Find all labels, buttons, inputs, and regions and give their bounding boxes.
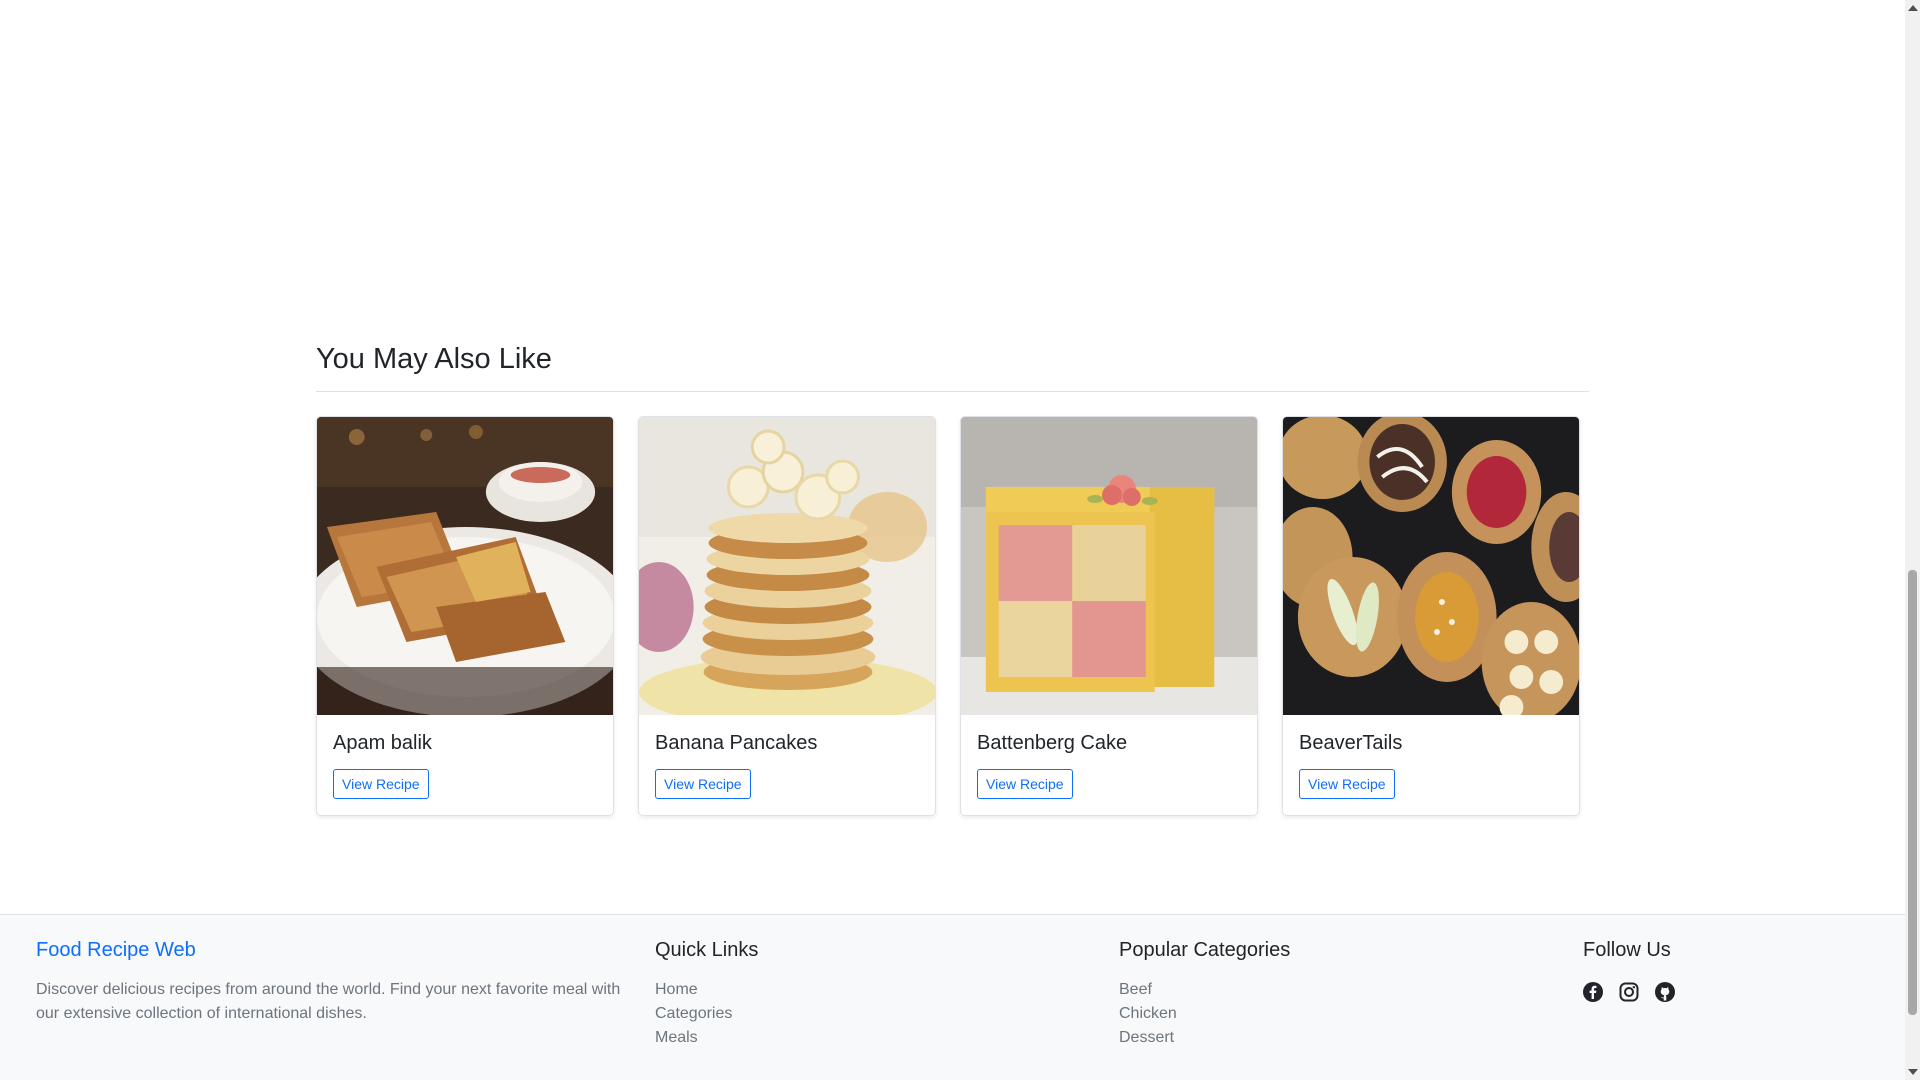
recipe-title: Apam balik [333,731,432,754]
recipe-card-grid: Apam balik View Recipe Banana Pancakes V… [316,415,1589,816]
footer-category-beef[interactable]: Beef [1119,978,1290,1002]
section-title: You May Also Like [316,343,552,375]
recipe-card: Apam balik View Recipe [316,415,614,816]
recipe-title: BeaverTails [1299,731,1403,754]
section-divider [316,390,1589,392]
footer-quick-links: Quick Links Home Categories Meals [655,939,758,1050]
recipe-image-battenberg-cake[interactable] [961,416,1257,715]
github-icon[interactable] [1655,982,1675,1002]
page-scrollbar[interactable] [1905,0,1920,1080]
quick-links-list: Home Categories Meals [655,978,758,1050]
view-recipe-button[interactable]: View Recipe [333,768,429,799]
site-footer: Food Recipe Web Discover delicious recip… [0,914,1905,1080]
footer-description: Discover delicious recipes from around t… [36,981,621,1022]
popular-categories-list: Beef Chicken Dessert [1119,978,1290,1050]
card-body: Apam balik View Recipe [317,715,613,815]
scroll-up-arrow-icon[interactable] [1908,5,1918,11]
view-recipe-button[interactable]: View Recipe [977,768,1073,799]
recipe-image-apam-balik[interactable] [317,416,613,715]
footer-follow: Follow Us [1583,939,1675,1002]
footer-category-chicken[interactable]: Chicken [1119,1002,1290,1026]
footer-brand-link[interactable]: Food Recipe Web [36,939,636,962]
recipe-image-banana-pancakes[interactable] [639,416,935,715]
footer-link-home[interactable]: Home [655,978,758,1002]
card-body: Battenberg Cake View Recipe [961,715,1257,815]
recipe-card: Banana Pancakes View Recipe [638,415,936,816]
facebook-icon[interactable] [1583,982,1603,1002]
footer-category-dessert[interactable]: Dessert [1119,1026,1290,1050]
recipe-title: Battenberg Cake [977,731,1128,754]
follow-heading: Follow Us [1583,939,1671,961]
scrollbar-thumb[interactable] [1908,570,1917,1015]
footer-popular-categories: Popular Categories Beef Chicken Dessert [1119,939,1290,1050]
footer-about: Food Recipe Web Discover delicious recip… [36,939,636,1026]
recipe-card: Battenberg Cake View Recipe [960,415,1258,816]
card-body: BeaverTails View Recipe [1283,715,1579,815]
card-body: Banana Pancakes View Recipe [639,715,935,815]
recipe-image-beavertails[interactable] [1283,416,1579,715]
page: You May Also Like Apam balik View Recipe… [0,0,1905,1080]
social-links [1583,982,1675,1002]
quick-links-heading: Quick Links [655,939,759,961]
recipe-title: Banana Pancakes [655,731,818,754]
view-recipe-button[interactable]: View Recipe [655,768,751,799]
view-recipe-button[interactable]: View Recipe [1299,768,1395,799]
recipe-card: BeaverTails View Recipe [1282,415,1580,816]
footer-link-meals[interactable]: Meals [655,1026,758,1050]
popular-categories-heading: Popular Categories [1119,939,1291,961]
instagram-icon[interactable] [1619,982,1639,1002]
scroll-down-arrow-icon[interactable] [1908,1069,1918,1075]
footer-link-categories[interactable]: Categories [655,1002,758,1026]
related-recipes-section: You May Also Like Apam balik View Recipe… [316,342,1589,816]
